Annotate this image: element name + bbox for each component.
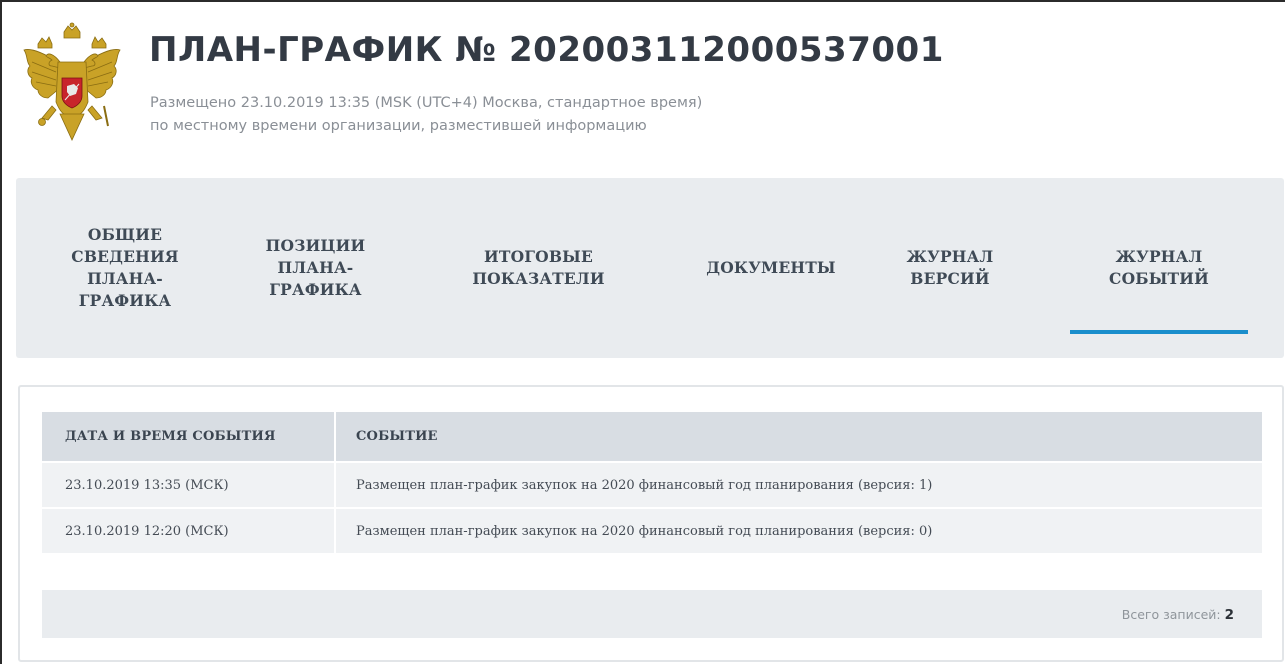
- event-log-panel: ДАТА И ВРЕМЯ СОБЫТИЯ СОБЫТИЕ 23.10.2019 …: [18, 385, 1284, 662]
- tabs-bar: ОБЩИЕ СВЕДЕНИЯ ПЛАНА- ГРАФИКА ПОЗИЦИИ ПЛ…: [16, 178, 1284, 358]
- tab-label: ОБЩИЕ СВЕДЕНИЯ ПЛАНА- ГРАФИКА: [71, 225, 179, 310]
- page-title: ПЛАН-ГРАФИК № 202003112000537001: [149, 30, 944, 70]
- event-description-cell: Размещен план-график закупок на 2020 фин…: [336, 507, 1262, 553]
- event-datetime-cell: 23.10.2019 12:20 (МСК): [42, 507, 336, 553]
- tab-summary-indicators[interactable]: ИТОГОВЫЕ ПОКАЗАТЕЛИ: [466, 178, 611, 358]
- tab-version-log[interactable]: ЖУРНАЛ ВЕРСИЙ: [880, 178, 1020, 358]
- table-row: 23.10.2019 13:35 (МСК) Размещен план-гра…: [42, 461, 1262, 507]
- tab-label: ДОКУМЕНТЫ: [706, 258, 836, 277]
- publication-info: Размещено 23.10.2019 13:35 (MSK (UTC+4) …: [150, 92, 702, 138]
- tab-label: ПОЗИЦИИ ПЛАНА- ГРАФИКА: [265, 236, 366, 299]
- table-footer: Всего записей: 2: [42, 590, 1262, 638]
- table-header-row: ДАТА И ВРЕМЯ СОБЫТИЯ СОБЫТИЕ: [42, 412, 1262, 461]
- table-row: 23.10.2019 12:20 (МСК) Размещен план-гра…: [42, 507, 1262, 553]
- tab-label: ЖУРНАЛ СОБЫТИЙ: [1109, 247, 1209, 288]
- tab-documents[interactable]: ДОКУМЕНТЫ: [696, 178, 846, 358]
- total-records-label: Всего записей:: [1121, 607, 1221, 622]
- page-header: ПЛАН-ГРАФИК № 202003112000537001 Размеще…: [22, 22, 1262, 152]
- column-header-datetime[interactable]: ДАТА И ВРЕМЯ СОБЫТИЯ: [42, 412, 336, 461]
- column-header-event[interactable]: СОБЫТИЕ: [336, 412, 1262, 461]
- tab-label: ЖУРНАЛ ВЕРСИЙ: [906, 247, 994, 288]
- russian-coat-of-arms-icon: [22, 22, 122, 152]
- tab-event-log[interactable]: ЖУРНАЛ СОБЫТИЙ: [1070, 178, 1248, 358]
- event-description-cell: Размещен план-график закупок на 2020 фин…: [336, 461, 1262, 507]
- event-datetime-cell: 23.10.2019 13:35 (МСК): [42, 461, 336, 507]
- tab-plan-positions[interactable]: ПОЗИЦИИ ПЛАНА- ГРАФИКА: [248, 178, 383, 358]
- total-records: Всего записей: 2: [1122, 607, 1234, 623]
- total-records-count: 2: [1224, 607, 1234, 623]
- published-line: Размещено 23.10.2019 13:35 (MSK (UTC+4) …: [150, 95, 703, 111]
- events-table: ДАТА И ВРЕМЯ СОБЫТИЯ СОБЫТИЕ 23.10.2019 …: [42, 412, 1262, 553]
- timezone-note: по местному времени организации, размест…: [150, 118, 647, 134]
- tab-general-info[interactable]: ОБЩИЕ СВЕДЕНИЯ ПЛАНА- ГРАФИКА: [50, 178, 200, 358]
- tab-label: ИТОГОВЫЕ ПОКАЗАТЕЛИ: [472, 247, 605, 288]
